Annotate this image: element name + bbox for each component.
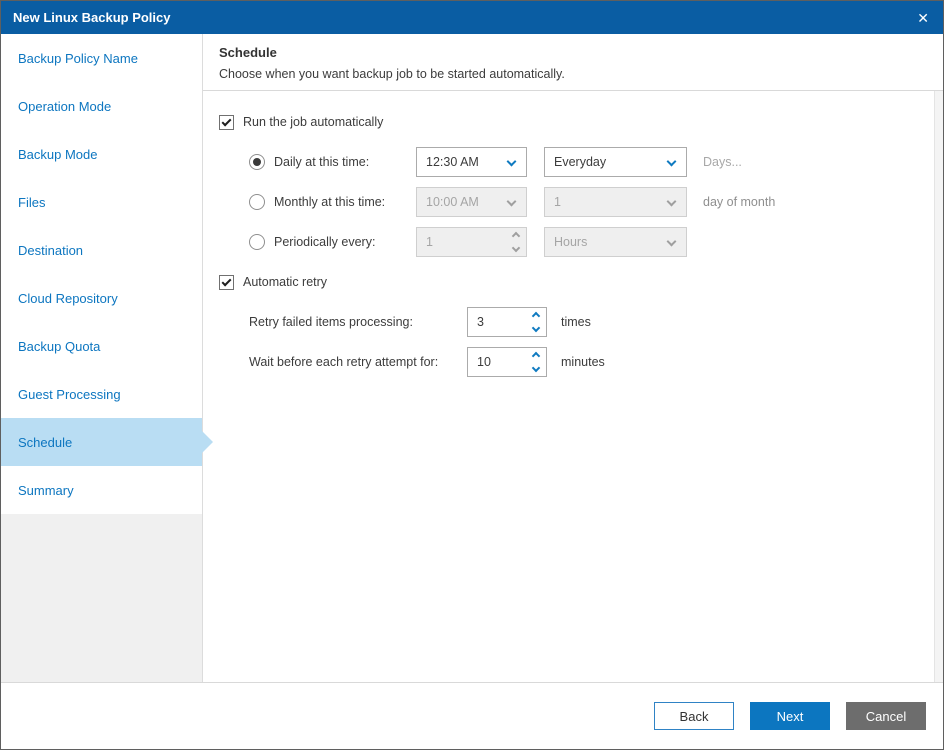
- retry-wait-spinner[interactable]: 10: [467, 347, 547, 377]
- step-subtitle: Choose when you want backup job to be st…: [219, 67, 565, 81]
- periodically-value-spinner: 1: [416, 227, 527, 257]
- retry-wait-suffix: minutes: [561, 355, 605, 369]
- automatic-retry-row: Automatic retry: [219, 274, 943, 290]
- sidebar-item-summary[interactable]: Summary: [1, 466, 202, 514]
- cancel-button[interactable]: Cancel: [846, 702, 926, 730]
- monthly-row: Monthly at this time: 10:00 AM 1 day of …: [249, 187, 943, 217]
- chevron-down-icon: [666, 236, 677, 247]
- periodically-label: Periodically every:: [274, 235, 376, 249]
- automatic-retry-checkbox[interactable]: [219, 274, 234, 290]
- sidebar-item-destination[interactable]: Destination: [1, 226, 202, 274]
- main-panel: Schedule Choose when you want backup job…: [203, 34, 943, 682]
- window-title: New Linux Backup Policy: [13, 10, 171, 25]
- monthly-radio[interactable]: [249, 194, 265, 210]
- retry-wait-row: Wait before each retry attempt for: 10 m…: [249, 347, 943, 377]
- chevron-up-icon[interactable]: [531, 351, 541, 361]
- daily-frequency-value: Everyday: [554, 155, 607, 169]
- monthly-time-value: 10:00 AM: [426, 195, 479, 209]
- sidebar-item-operation-mode[interactable]: Operation Mode: [1, 82, 202, 130]
- daily-radio[interactable]: [249, 154, 265, 170]
- run-automatically-label: Run the job automatically: [243, 115, 384, 129]
- monthly-day-value: 1: [554, 195, 561, 209]
- chevron-down-icon[interactable]: [531, 363, 541, 373]
- chevron-down-icon: [506, 156, 517, 167]
- sidebar-item-guest-processing[interactable]: Guest Processing: [1, 370, 202, 418]
- days-placeholder: Days...: [703, 155, 742, 169]
- day-of-month-label: day of month: [703, 195, 776, 209]
- daily-label: Daily at this time:: [274, 155, 370, 169]
- scrollbar[interactable]: [934, 91, 943, 682]
- daily-frequency-select[interactable]: Everyday: [544, 147, 687, 177]
- retry-wait-value: 10: [477, 355, 491, 369]
- chevron-up-icon: [511, 231, 521, 241]
- run-automatically-row: Run the job automatically: [219, 114, 943, 130]
- chevron-down-icon: [511, 243, 521, 253]
- footer-bar: Back Next Cancel: [1, 682, 943, 749]
- chevron-down-icon: [666, 156, 677, 167]
- check-icon: [221, 276, 232, 286]
- chevron-down-icon: [666, 196, 677, 207]
- sidebar-item-files[interactable]: Files: [1, 178, 202, 226]
- chevron-down-icon[interactable]: [531, 323, 541, 333]
- step-title: Schedule: [219, 45, 277, 60]
- automatic-retry-label: Automatic retry: [243, 275, 328, 289]
- check-icon: [221, 116, 232, 126]
- daily-time-value: 12:30 AM: [426, 155, 479, 169]
- monthly-time-select: 10:00 AM: [416, 187, 527, 217]
- periodically-value: 1: [426, 235, 433, 249]
- retry-count-suffix: times: [561, 315, 591, 329]
- retry-wait-label: Wait before each retry attempt for:: [249, 355, 439, 369]
- retry-count-value: 3: [477, 315, 484, 329]
- chevron-down-icon: [506, 196, 517, 207]
- sidebar-item-backup-mode[interactable]: Backup Mode: [1, 130, 202, 178]
- monthly-day-select: 1: [544, 187, 687, 217]
- retry-count-label: Retry failed items processing:: [249, 315, 413, 329]
- wizard-body: Backup Policy Name Operation Mode Backup…: [1, 34, 943, 682]
- step-header: Schedule Choose when you want backup job…: [203, 34, 943, 91]
- periodically-unit-select: Hours: [544, 227, 687, 257]
- periodically-row: Periodically every: 1 Hours: [249, 227, 943, 257]
- run-automatically-checkbox[interactable]: [219, 114, 234, 130]
- sidebar-item-backup-quota[interactable]: Backup Quota: [1, 322, 202, 370]
- periodically-unit-value: Hours: [554, 235, 588, 249]
- sidebar-item-schedule[interactable]: Schedule: [1, 418, 202, 466]
- daily-row: Daily at this time: 12:30 AM Everyday Da…: [249, 147, 943, 177]
- chevron-up-icon[interactable]: [531, 311, 541, 321]
- retry-count-spinner[interactable]: 3: [467, 307, 547, 337]
- step-content: Run the job automatically Daily at this …: [203, 91, 943, 682]
- next-button[interactable]: Next: [750, 702, 830, 730]
- monthly-label: Monthly at this time:: [274, 195, 386, 209]
- retry-count-row: Retry failed items processing: 3 times: [249, 307, 943, 337]
- sidebar-filler: [1, 514, 202, 682]
- close-icon[interactable]: ✕: [917, 11, 929, 25]
- wizard-window: New Linux Backup Policy ✕ Backup Policy …: [0, 0, 944, 750]
- daily-time-select[interactable]: 12:30 AM: [416, 147, 527, 177]
- back-button[interactable]: Back: [654, 702, 734, 730]
- sidebar: Backup Policy Name Operation Mode Backup…: [1, 34, 203, 682]
- periodically-radio[interactable]: [249, 234, 265, 250]
- sidebar-item-cloud-repository[interactable]: Cloud Repository: [1, 274, 202, 322]
- titlebar: New Linux Backup Policy ✕: [1, 1, 943, 34]
- sidebar-item-backup-policy-name[interactable]: Backup Policy Name: [1, 34, 202, 82]
